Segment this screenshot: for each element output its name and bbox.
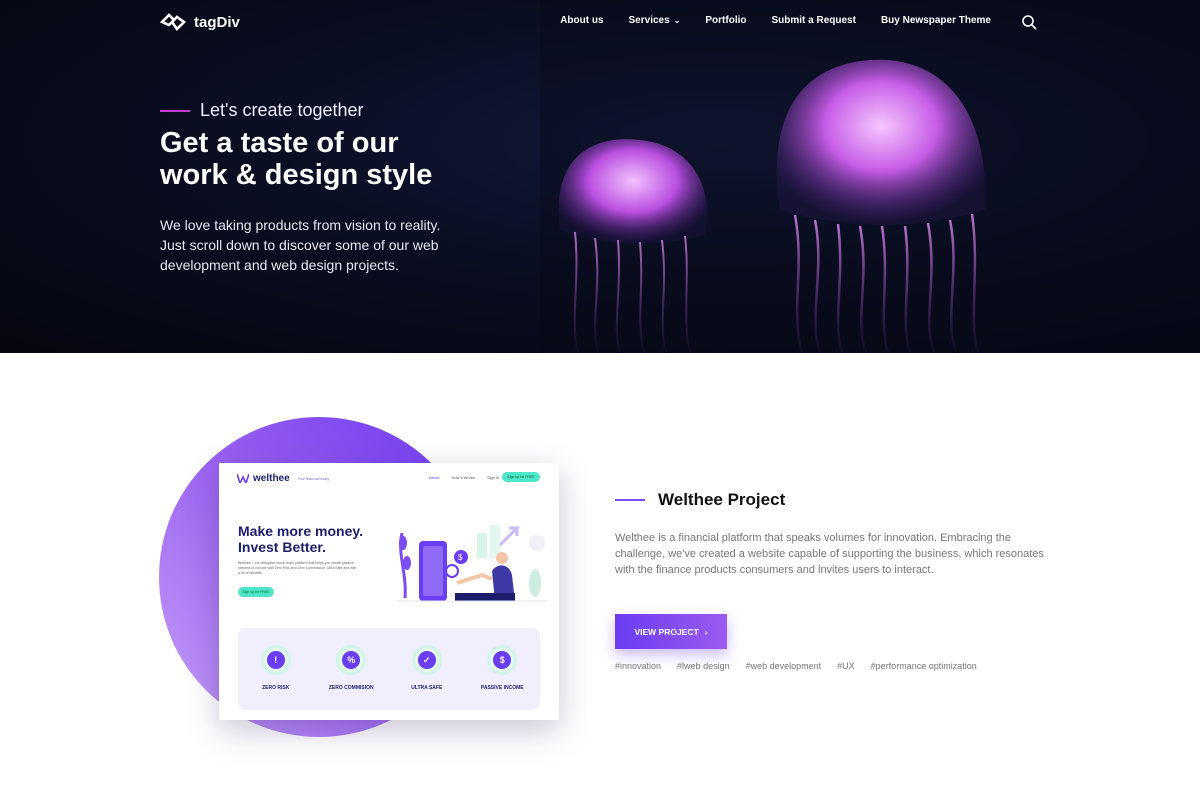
project-info: Welthee Project Welthee is a financial p… [615,490,1045,578]
mockup-paragraph: Welthee – the disruptive block chain pla… [238,561,357,575]
feature-passive-income: $ PASSIVE INCOME [467,645,537,710]
hero-title-line2: work & design style [160,159,433,191]
hero-desc-line1: We love taking products from vision to r… [160,217,441,233]
welthee-mockup[interactable]: welthee Your financial buddy About How i… [219,463,559,720]
mockup-logo: welthee Your financial buddy [237,473,329,484]
project-title-divider [615,499,645,501]
mockup-tagline: Your financial buddy [297,476,330,481]
chevron-right-icon: › [704,626,708,637]
search-icon[interactable] [1021,14,1037,30]
hero-kicker: Let's create together [160,100,560,121]
nav-about-us[interactable]: About us [560,15,603,26]
mockup-link-signin: Sign In [486,475,500,480]
hero-title-line1: Get a taste of our [160,127,399,159]
tag-innovation[interactable]: #innovation [615,661,661,671]
hero-content: Let's create together Get a taste of our… [160,100,560,275]
hero-desc-line3: development and web design projects. [160,257,399,273]
tag-performance-optimization[interactable]: #performance optimization [871,661,977,671]
nav-about-us-label: About us [560,15,604,26]
project-title: Welthee Project [658,490,786,509]
feature-ring: ! [260,645,291,675]
nav-services-label: Services [628,15,670,26]
tagdiv-logo-icon [160,13,186,32]
alert-icon: ! [266,651,285,669]
mockup-features: ! ZERO RISK % ZERO COMMISION ✓ ULTRA SAF… [238,628,540,710]
feature-ring: $ [487,645,518,675]
mockup-links: About How it Works Sign In [429,475,499,480]
tag-web-design[interactable]: #lweb design [677,661,730,671]
percent-icon: % [342,651,361,669]
shield-icon: ✓ [417,651,436,669]
mockup-link-how: How it Works [451,475,475,480]
mockup-signup-button: Sign up for FREE [502,472,540,482]
dollar-icon: $ [493,651,512,669]
nav-submit-request-label: Submit a Request [771,15,856,26]
hero-section: tagDiv About us Services ⌄ Portfolio Subm… [0,0,1200,353]
project-tags: #innovation #lweb design #web developmen… [615,661,977,671]
feature-label: ULTRA SAFE [411,685,443,691]
view-project-label: VIEW PROJECT [634,626,699,637]
mockup-logo-text: welthee [253,473,290,484]
mockup-headline: Make more money. Invest Better. [238,523,388,555]
kicker-divider [160,109,190,112]
nav-portfolio-label: Portfolio [705,15,747,26]
hero-kicker-text: Let's create together [200,100,364,120]
mockup-headline-line2: Invest Better. [238,539,326,555]
chevron-down-icon: ⌄ [673,16,681,25]
tag-web-development[interactable]: #web development [746,661,822,671]
feature-label: ZERO RISK [262,685,290,691]
welthee-logo-icon [237,474,249,483]
nav-submit-request[interactable]: Submit a Request [771,15,855,26]
nav-services[interactable]: Services ⌄ [629,15,681,26]
nav-menu: About us Services ⌄ Portfolio Submit a Re… [560,15,991,26]
brand-logo[interactable]: tagDiv [160,11,240,33]
feature-label: ZERO COMMISION [328,685,374,691]
feature-label: PASSIVE INCOME [480,685,524,691]
mockup-cta-button: Sign up for FREE [238,587,274,597]
project-title-row: Welthee Project [615,490,1045,510]
handshake-illustration: $ [397,525,547,602]
feature-ultra-safe: ✓ ULTRA SAFE [392,645,462,710]
hero-description: We love taking products from vision to r… [160,215,560,275]
hero-title: Get a taste of our work & design style [160,127,560,191]
hero-desc-line2: Just scroll down to discover some of our… [160,237,439,253]
feature-zero-commision: % ZERO COMMISION [316,645,386,710]
brand-name: tagDiv [194,13,240,31]
svg-text:$: $ [458,553,463,562]
tag-ux[interactable]: #UX [837,661,855,671]
feature-zero-risk: ! ZERO RISK [241,645,311,710]
nav-portfolio[interactable]: Portfolio [705,15,746,26]
feature-ring: ✓ [411,645,442,675]
jellyfish-image [540,0,1200,353]
view-project-button[interactable]: VIEW PROJECT › [615,614,727,649]
feature-ring: % [336,645,367,675]
mockup-link-about: About [429,475,440,480]
top-nav: tagDiv About us Services ⌄ Portfolio Subm… [0,0,1200,44]
mockup-headline-line1: Make more money. [238,523,364,539]
project-description: Welthee is a financial platform that spe… [615,532,1044,576]
nav-buy-newspaper-label: Buy Newspaper Theme [880,15,991,26]
mockup-nav: welthee Your financial buddy About How i… [219,463,559,493]
nav-buy-newspaper[interactable]: Buy Newspaper Theme [881,15,991,26]
